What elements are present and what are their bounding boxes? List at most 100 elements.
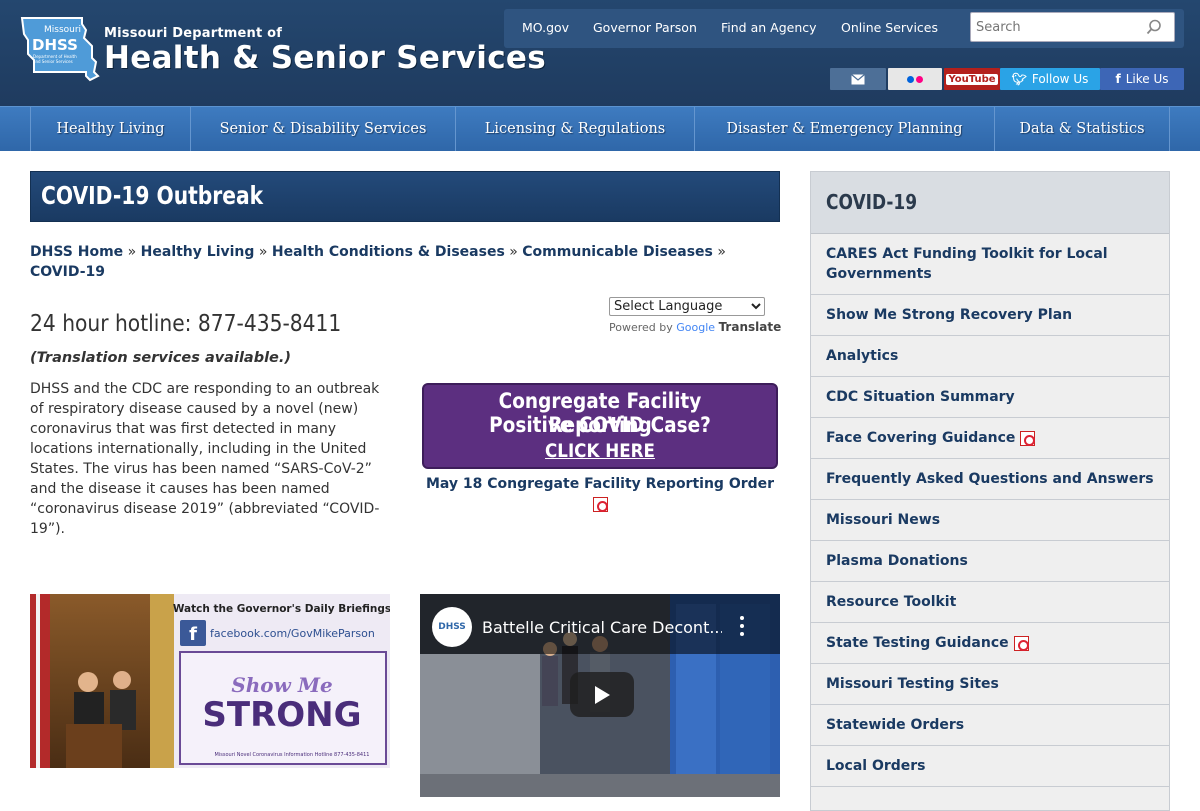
sidebar-item-recovery-plan[interactable]: Show Me Strong Recovery Plan [811,295,1169,336]
sidebar-item-label: Analytics [826,348,899,364]
sidebar-item-label: Frequently Asked Questions and Answers [826,471,1154,487]
pdf-icon [592,496,608,512]
facebook-like-button[interactable]: f Like Us [1100,68,1184,90]
sidebar-item-face-covering[interactable]: Face Covering Guidance [811,418,1169,459]
gov-strong-text: STRONG [202,695,361,735]
breadcrumb-dhss-home[interactable]: DHSS Home [30,244,123,260]
sidebar-item-label: State Testing Guidance [826,635,1009,651]
twitter-label: Follow Us [1031,72,1089,86]
sidebar-item-label: Missouri News [826,512,941,528]
sidebar-item-local-orders[interactable]: Local Orders [811,746,1169,787]
search-box [970,12,1175,42]
logo-name-line: Health & Senior Services [104,40,546,76]
sidebar-header: COVID-19 [811,172,1169,234]
video-channel-badge: DHSS [438,622,466,632]
site-header: Missouri DHSS Department of Health and S… [0,0,1200,106]
covid-sidebar: COVID-19 CARES Act Funding Toolkit for L… [810,171,1170,811]
nav-licensing[interactable]: Licensing & Regulations [456,107,695,151]
sidebar-item-cares-act[interactable]: CARES Act Funding Toolkit for Local Gove… [811,234,1169,295]
nav-disaster-planning[interactable]: Disaster & Emergency Planning [695,107,995,151]
breadcrumb-communicable-diseases[interactable]: Communicable Diseases [522,244,713,260]
pdf-icon [1013,635,1029,651]
link-online-services[interactable]: Online Services [841,20,938,35]
email-button[interactable] [830,68,886,90]
link-governor[interactable]: Governor Parson [593,20,697,35]
play-icon [595,685,610,704]
sidebar-item-label: Missouri Testing Sites [826,676,999,692]
flickr-icon [907,75,923,83]
breadcrumb-sep: » [717,244,726,260]
facebook-label: Like Us [1125,72,1169,86]
main-nav: Healthy Living Senior & Disability Servi… [0,106,1200,151]
pdf-icon [1020,430,1036,446]
gov-hotline-text: Missouri Novel Coronavirus Information H… [215,752,370,758]
governor-briefings-banner[interactable]: Watch the Governor's Daily Briefings f f… [30,594,390,768]
breadcrumb-healthy-living[interactable]: Healthy Living [141,244,255,260]
video-more-icon[interactable] [738,616,746,636]
breadcrumb-health-conditions[interactable]: Health Conditions & Diseases [272,244,505,260]
search-input[interactable] [971,13,1141,41]
sidebar-item-label: Plasma Donations [826,553,968,569]
nav-healthy-living[interactable]: Healthy Living [30,107,191,151]
logo-badge-text: DHSS [32,36,78,54]
congregate-facility-banner[interactable]: Congregate Facility Reporting Positive C… [422,383,778,469]
twitter-follow-button[interactable]: 🐦︎ Follow Us [1000,68,1100,90]
email-icon [851,73,865,84]
youtube-icon: YouTube [946,73,998,85]
breadcrumb: DHSS Home » Healthy Living » Health Cond… [30,242,780,282]
google-translate-credit: Powered by Google Translate [609,320,781,334]
google-logo: Google [676,321,716,334]
site-logo[interactable]: Missouri DHSS Department of Health and S… [20,14,546,86]
gov-show-me-text: Show Me [231,673,332,697]
translation-note: (Translation services available.) [30,350,292,366]
promo-click-here: CLICK HERE [545,440,655,462]
utility-bar: MO.gov Governor Parson Find an Agency On… [504,9,1184,48]
svg-text:and Senior Services: and Senior Services [33,59,73,64]
language-select[interactable]: Select Language [609,297,765,316]
sidebar-item-analytics[interactable]: Analytics [811,336,1169,377]
twitter-icon: 🐦︎ [1011,72,1027,86]
sidebar-item-label: Resource Toolkit [826,594,957,610]
sidebar-item-label: Local Orders [826,758,926,774]
gov-watch-text: Watch the Governor's Daily Briefings [173,603,390,615]
video-embed[interactable]: DHSS Battelle Critical Care Decont... [420,594,780,797]
logo-state-text: Missouri [44,25,81,35]
sidebar-item-label: CARES Act Funding Toolkit for Local Gove… [826,246,1108,282]
intro-paragraph: DHSS and the CDC are responding to an ou… [30,381,380,537]
sidebar-item-missouri-news[interactable]: Missouri News [811,500,1169,541]
facebook-icon: f [1115,72,1121,86]
sidebar-item-label: Show Me Strong Recovery Plan [826,307,1073,323]
sidebar-item-faq[interactable]: Frequently Asked Questions and Answers [811,459,1169,500]
logo-dept-line: Missouri Department of [104,26,283,41]
sidebar-item-resource-toolkit[interactable]: Resource Toolkit [811,582,1169,623]
nav-senior-disability[interactable]: Senior & Disability Services [191,107,456,151]
sidebar-title: COVID-19 [826,190,918,214]
translate-link[interactable]: Translate [719,320,782,334]
sidebar-item-plasma[interactable]: Plasma Donations [811,541,1169,582]
link-find-agency[interactable]: Find an Agency [721,20,817,35]
sidebar-item-statewide-orders[interactable]: Statewide Orders [811,705,1169,746]
sidebar-item-label: CDC Situation Summary [826,389,1015,405]
breadcrumb-covid-19[interactable]: COVID-19 [30,264,105,280]
flickr-button[interactable] [888,68,942,90]
youtube-button[interactable]: YouTube [944,68,1000,90]
video-play-button[interactable] [570,672,634,717]
powered-by-text: Powered by [609,321,673,334]
hotline-heading: 24 hour hotline: 877-435-8411 [30,311,342,337]
nav-data-statistics[interactable]: Data & Statistics [995,107,1170,151]
sidebar-item-testing-guidance[interactable]: State Testing Guidance [811,623,1169,664]
sidebar-item-testing-sites[interactable]: Missouri Testing Sites [811,664,1169,705]
video-channel-avatar[interactable]: DHSS [432,607,472,647]
breadcrumb-sep: » [258,244,268,260]
page-title: COVID-19 Outbreak [41,181,264,210]
promo-line-2: Positive COVID Case? [489,413,711,437]
page-title-bar: COVID-19 Outbreak [30,171,780,222]
sidebar-item-label: Face Covering Guidance [826,430,1016,446]
search-icon[interactable] [1146,19,1162,35]
svg-text:f: f [189,624,197,645]
sidebar-item-cdc-summary[interactable]: CDC Situation Summary [811,377,1169,418]
missouri-state-icon: Missouri DHSS Department of Health and S… [20,17,100,82]
link-mo-gov[interactable]: MO.gov [522,20,569,35]
video-title[interactable]: Battelle Critical Care Decont... [482,618,722,637]
reporting-order-link[interactable]: May 18 Congregate Facility Reporting Ord… [420,474,780,514]
